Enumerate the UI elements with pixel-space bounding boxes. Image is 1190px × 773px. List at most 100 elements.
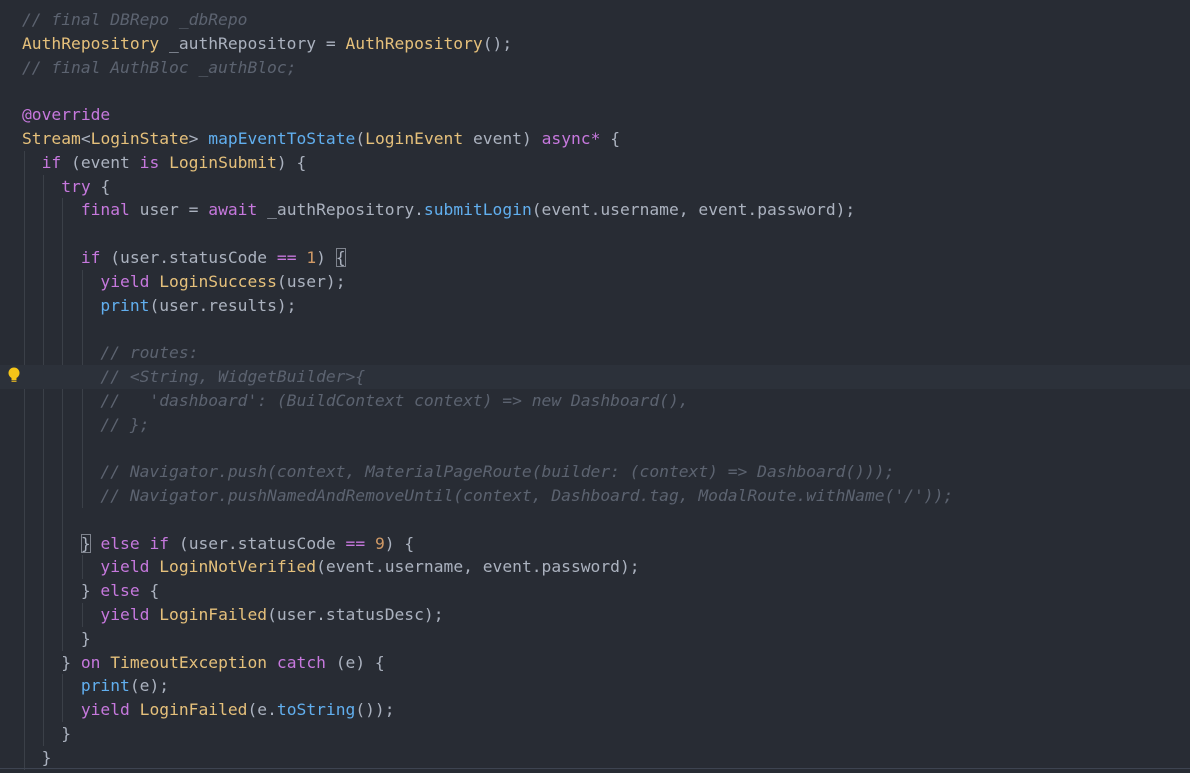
code-line[interactable]: // final AuthBloc _authBloc; [0,56,1190,80]
code-token: else [100,533,140,553]
lightbulb-icon[interactable] [6,366,22,384]
code-line[interactable]: } else if (user.statusCode == 9) { [0,532,1190,556]
code-line-text: } on TimeoutException catch (e) { [22,651,385,675]
code-line[interactable]: } [0,722,1190,746]
code-line[interactable]: // Navigator.pushNamedAndRemoveUntil(con… [0,484,1190,508]
code-token: LoginSuccess [159,271,277,291]
code-line[interactable] [0,317,1190,341]
code-token: toString [276,700,356,720]
code-line[interactable]: } on TimeoutException catch (e) { [0,651,1190,675]
code-token: final [80,200,130,220]
code-line[interactable]: final user = await _authRepository.submi… [0,198,1190,222]
code-token: if [149,533,170,553]
code-line[interactable]: yield LoginFailed(e.toString()); [0,698,1190,722]
code-line-text: AuthRepository _authRepository = AuthRep… [22,32,512,56]
code-line-text: } else { [22,579,159,603]
code-token: (user); [276,271,346,291]
code-token: { [335,248,346,267]
code-token: LoginFailed [139,700,248,720]
code-line[interactable]: // <String, WidgetBuilder>{ [0,365,1190,389]
code-editor[interactable]: // final DBRepo _dbRepo AuthRepository _a… [0,0,1190,773]
code-line-text: try { [22,175,110,199]
code-token: < [80,129,91,148]
code-token: // final AuthBloc _authBloc; [22,57,297,77]
code-line-text: // Navigator.pushNamedAndRemoveUntil(con… [22,484,953,508]
code-line[interactable]: // }; [0,413,1190,437]
code-line[interactable] [0,222,1190,246]
code-line-text: } [22,722,71,746]
code-token: // <String, WidgetBuilder>{ [100,367,366,386]
code-token: try [61,176,91,196]
code-line[interactable]: yield LoginNotVerified(event.username, e… [0,555,1190,579]
code-line[interactable]: // routes: [0,341,1190,365]
code-line-text: // }; [22,413,149,437]
code-token: ) { [276,152,307,172]
code-token: (event [61,152,140,172]
code-token: // Navigator.push(context, MaterialPageR… [100,462,895,482]
code-token: is [139,152,160,172]
code-token: mapEventToState [208,129,356,148]
code-line[interactable]: yield LoginSuccess(user); [0,270,1190,294]
code-token: yield [100,271,150,291]
code-token: yield [100,605,150,624]
code-token: LoginEvent [365,129,464,148]
code-token: submitLogin [423,200,532,220]
code-token: { [90,176,111,196]
code-token: (event.username, event.password); [531,200,856,220]
code-token: } [22,581,101,601]
code-line-text: // 'dashboard': (BuildContext context) =… [22,389,688,413]
code-token: _authRepository = [159,33,346,53]
code-token: print [80,676,130,696]
code-line-text: // routes: [22,341,198,365]
code-token: == [276,248,297,267]
code-token: event) [463,129,542,148]
code-token: ()); [355,700,395,720]
code-token: } [22,724,72,743]
code-line[interactable]: @override [0,103,1190,127]
code-line[interactable] [0,436,1190,460]
code-token: _authRepository. [257,200,424,220]
code-token: AuthRepository [22,33,160,53]
code-line[interactable]: AuthRepository _authRepository = AuthRep… [0,32,1190,56]
code-line-text: } else if (user.statusCode == 9) { [22,532,414,556]
code-line[interactable]: print(user.results); [0,294,1190,318]
code-line[interactable] [0,79,1190,103]
code-line[interactable]: yield LoginFailed(user.statusDesc); [0,603,1190,627]
code-token: (user.statusCode [169,533,346,553]
code-token: await [208,200,258,220]
code-line[interactable]: } [0,627,1190,651]
code-line-text: // final DBRepo _dbRepo [22,8,247,32]
code-line[interactable]: Stream<LoginState> mapEventToState(Login… [0,127,1190,151]
code-line[interactable]: // 'dashboard': (BuildContext context) =… [0,389,1190,413]
code-line[interactable]: if (event is LoginSubmit) { [0,151,1190,175]
code-line[interactable]: } else { [0,579,1190,603]
code-line[interactable] [0,508,1190,532]
code-line-text: if (event is LoginSubmit) { [22,151,307,175]
code-line-text: Stream<LoginState> mapEventToState(Login… [22,127,620,151]
code-line[interactable]: try { [0,175,1190,199]
code-line[interactable]: // final DBRepo _dbRepo [0,8,1190,32]
code-token: user = [129,200,209,220]
code-token: (); [482,33,513,53]
code-token: TimeoutException [110,652,268,672]
code-token: AuthRepository [345,33,483,53]
code-token: } [80,533,91,553]
code-line[interactable]: if (user.statusCode == 1) { [0,246,1190,270]
code-line[interactable]: // Navigator.push(context, MaterialPageR… [0,460,1190,484]
code-line-text: yield LoginFailed(e.toString()); [22,698,395,722]
code-line-text: } [22,627,91,651]
code-line[interactable]: print(e); [0,674,1190,698]
code-token: { [600,129,621,148]
code-line[interactable]: } [0,746,1190,770]
